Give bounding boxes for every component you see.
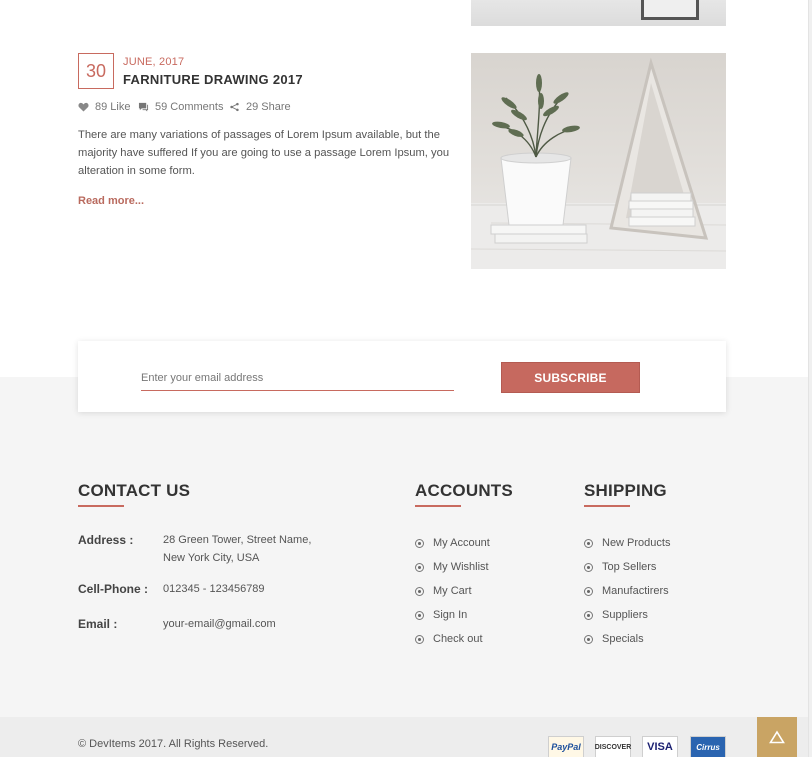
- contact-title-underline: [78, 505, 124, 507]
- read-more-link[interactable]: Read more...: [78, 195, 144, 207]
- link-label: Manufactirers: [602, 585, 669, 597]
- cirrus-icon: Cirrus: [690, 736, 726, 757]
- bullet-icon: [584, 634, 593, 644]
- like-count: 89 Like: [95, 101, 131, 113]
- address-label: Address :: [78, 533, 134, 547]
- link-label: Sign In: [433, 609, 468, 621]
- accounts-link-my-cart[interactable]: My Cart: [415, 579, 490, 603]
- email-label: Email :: [78, 617, 118, 631]
- accounts-title-underline: [415, 505, 461, 507]
- share-icon: [230, 102, 239, 112]
- comments-meta[interactable]: 59 Comments: [138, 101, 223, 113]
- address-line-2: New York City, USA: [163, 552, 260, 564]
- accounts-link-my-wishlist[interactable]: My Wishlist: [415, 555, 490, 579]
- accounts-link-my-account[interactable]: My Account: [415, 531, 490, 555]
- previous-post-image[interactable]: [471, 0, 726, 26]
- bullet-icon: [415, 538, 424, 548]
- shipping-link-manufacturers[interactable]: Manufactirers: [584, 579, 670, 603]
- link-label: My Account: [433, 537, 490, 549]
- link-label: Top Sellers: [602, 561, 657, 573]
- post-image[interactable]: [471, 53, 726, 269]
- paypal-label: PayPal: [551, 742, 581, 752]
- post-date-month: JUNE, 2017: [123, 56, 185, 68]
- bullet-icon: [415, 634, 424, 644]
- link-label: My Cart: [433, 585, 472, 597]
- furniture-shape: [641, 0, 699, 20]
- post-date-day: 30: [78, 53, 114, 89]
- shipping-title-underline: [584, 505, 630, 507]
- address-value: 28 Green Tower, Street Name, New York Ci…: [163, 531, 311, 567]
- visa-label: VISA: [647, 741, 673, 753]
- discover-icon: DISCOVER: [595, 736, 631, 757]
- subscribe-button[interactable]: SUBSCRIBE: [501, 362, 640, 393]
- accounts-link-check-out[interactable]: Check out: [415, 627, 490, 651]
- link-label: Check out: [433, 633, 483, 645]
- back-to-top-button[interactable]: [757, 717, 797, 757]
- shipping-link-new-products[interactable]: New Products: [584, 531, 670, 555]
- newsletter-box: SUBSCRIBE: [78, 341, 726, 412]
- footer-area: [0, 377, 812, 717]
- comment-icon: [138, 102, 149, 112]
- accounts-link-sign-in[interactable]: Sign In: [415, 603, 490, 627]
- cirrus-label: Cirrus: [696, 742, 720, 752]
- plant-furniture-photo: [471, 57, 726, 269]
- visa-icon: VISA: [642, 736, 678, 757]
- bullet-icon: [415, 586, 424, 596]
- bullet-icon: [584, 610, 593, 620]
- scrollbar[interactable]: [808, 0, 812, 757]
- bullet-icon: [584, 586, 593, 596]
- contact-title: CONTACT US: [78, 481, 191, 500]
- heart-icon: [78, 102, 89, 112]
- shipping-link-specials[interactable]: Specials: [584, 627, 670, 651]
- bullet-icon: [584, 538, 593, 548]
- accounts-list: My Account My Wishlist My Cart Sign In C…: [415, 531, 490, 651]
- like-meta[interactable]: 89 Like: [78, 101, 130, 113]
- email-value[interactable]: your-email@gmail.com: [163, 615, 276, 633]
- copyright-text: © DevItems 2017. All Rights Reserved.: [78, 738, 269, 750]
- share-meta[interactable]: 29 Share: [229, 101, 291, 113]
- post-title[interactable]: FARNITURE DRAWING 2017: [123, 72, 303, 87]
- phone-value: 012345 - 123456789: [163, 583, 265, 595]
- bullet-icon: [415, 562, 424, 572]
- bullet-icon: [584, 562, 593, 572]
- share-count: 29 Share: [246, 101, 291, 113]
- arrow-up-icon: [769, 730, 785, 744]
- paypal-icon: PayPal: [548, 736, 584, 757]
- email-input[interactable]: [141, 365, 454, 391]
- link-label: Suppliers: [602, 609, 648, 621]
- phone-label: Cell-Phone :: [78, 582, 149, 596]
- shipping-link-suppliers[interactable]: Suppliers: [584, 603, 670, 627]
- link-label: New Products: [602, 537, 671, 549]
- link-label: Specials: [602, 633, 644, 645]
- shipping-link-top-sellers[interactable]: Top Sellers: [584, 555, 670, 579]
- shipping-title: SHIPPING: [584, 481, 667, 500]
- discover-label: DISCOVER: [594, 743, 632, 751]
- address-line-1: 28 Green Tower, Street Name,: [163, 534, 312, 546]
- accounts-title: ACCOUNTS: [415, 481, 513, 500]
- shipping-list: New Products Top Sellers Manufactirers S…: [584, 531, 670, 651]
- post-excerpt: There are many variations of passages of…: [78, 129, 450, 177]
- link-label: My Wishlist: [433, 561, 489, 573]
- bullet-icon: [415, 610, 424, 620]
- comments-count: 59 Comments: [155, 101, 224, 113]
